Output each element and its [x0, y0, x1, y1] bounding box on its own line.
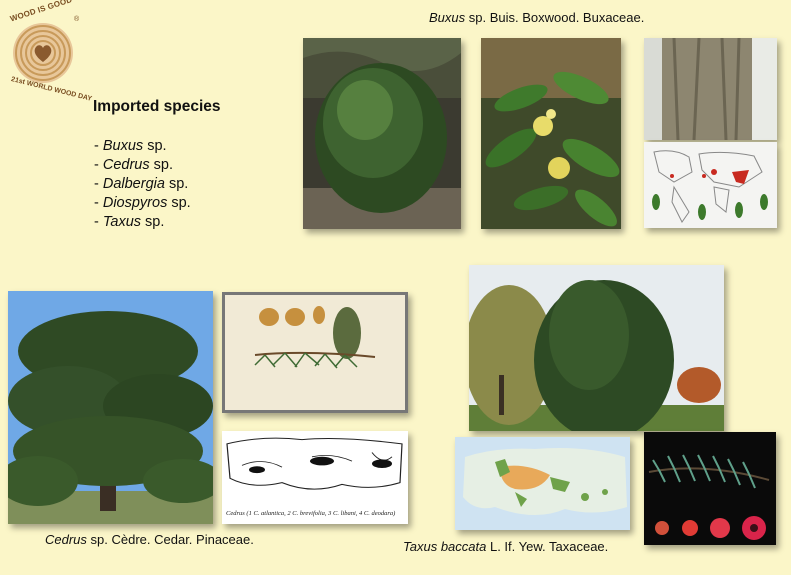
species-item: - Cedrus sp. — [94, 157, 173, 173]
slide: WOOD IS GOOD 21st WORLD WOOD DAY ® Impor… — [0, 0, 791, 575]
species-item: - Buxus sp. — [94, 138, 167, 154]
buxus-caption: Buxus sp. Buis. Boxwood. Buxaceae. — [429, 10, 645, 25]
cedar-botanical-illustration — [222, 292, 408, 413]
buxus-bark-photo — [644, 38, 777, 140]
cedar-distribution-map: Cedrus (1 C. atlantica, 2 C. brevifolia,… — [222, 431, 408, 524]
yew-tree-photo — [469, 265, 724, 431]
yew-distribution-map — [455, 437, 630, 530]
taxus-caption: Taxus baccata L. If. Yew. Taxaceae. — [403, 539, 609, 554]
buxus-shrub-photo — [303, 38, 461, 229]
section-heading: Imported species — [93, 98, 221, 115]
wood-is-good-logo: WOOD IS GOOD 21st WORLD WOOD DAY ® — [2, 0, 93, 103]
cedrus-map-caption: Cedrus (1 C. atlantica, 2 C. brevifolia,… — [226, 510, 396, 517]
species-item: - Diospyros sp. — [94, 195, 191, 211]
cedrus-caption: Cedrus sp. Cèdre. Cedar. Pinaceae. — [45, 532, 254, 547]
buxus-distribution-map — [644, 142, 777, 228]
buxus-flower-photo — [481, 38, 621, 229]
yew-branch-and-arils-photo — [644, 432, 776, 545]
logo-registered-mark: ® — [74, 16, 80, 23]
species-item: - Taxus sp. — [94, 214, 165, 230]
species-list: - Buxus sp. - Cedrus sp. - Dalbergia sp.… — [94, 137, 191, 232]
species-item: - Dalbergia sp. — [94, 176, 189, 192]
cedar-tree-photo — [8, 291, 213, 524]
